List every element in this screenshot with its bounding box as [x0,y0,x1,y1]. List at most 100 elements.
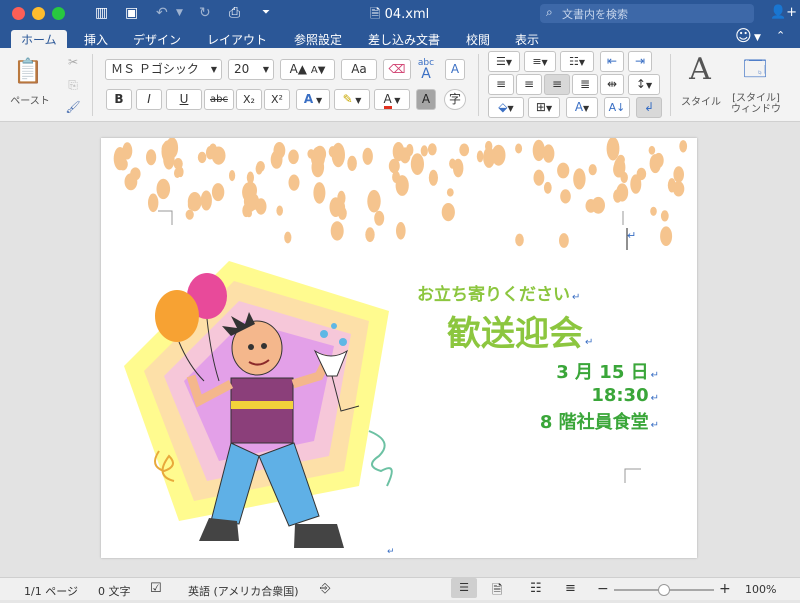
shading-button[interactable]: ⬙▼ [488,97,524,118]
font-size-select[interactable]: 20 ▼ [228,59,274,80]
sidebar-toggle-icon[interactable]: ▥ [95,4,108,22]
print-layout-view-button[interactable]: ☰ [451,578,477,598]
chevron-down-icon: ▼ [645,81,653,90]
styles-gallery-icon[interactable]: A [680,52,720,88]
collapse-ribbon-icon[interactable]: ⌃ [776,27,785,45]
format-painter-icon[interactable]: 🖌 [63,97,83,118]
grow-shrink-font-group: A▲ A▼ [280,59,335,80]
ribbon-tabs: ホーム 挿入 デザイン レイアウト 参照設定 差し込み文書 校閲 表示 ☺ ▼ … [0,27,800,48]
zoom-slider-thumb[interactable] [658,584,670,596]
save-icon[interactable]: ▣ [125,4,138,22]
word-count[interactable]: 0 文字 [98,583,131,599]
tab-design[interactable]: デザイン [123,30,191,48]
borders-button[interactable]: ⊞▼ [528,97,560,118]
document-canvas[interactable]: ↵ ↵ お立ち寄りください ↵ 歓送迎会 ↵ 3 月 15 日 ↵ 18:30 … [0,122,800,577]
zoom-out-button[interactable]: − [597,581,609,597]
text-effects-button[interactable]: A ▼ [296,89,330,110]
increase-indent-button[interactable]: ⇥ [628,51,652,72]
numbering-button[interactable]: ≡▼ [524,51,556,72]
character-spacing-button[interactable]: A▼ [566,97,598,118]
invite-title: 歓送迎会 ↵ [447,314,594,354]
underline-button[interactable]: U [166,89,202,110]
chevron-down-icon: ▼ [352,96,362,105]
draft-view-icon[interactable]: ≡ [565,581,576,596]
page-count[interactable]: 1/1 ページ [24,583,78,599]
shrink-font-button[interactable]: A▼ [311,65,326,76]
sort-button[interactable]: A↓ [604,97,630,118]
multilevel-list-button[interactable]: ☷▼ [560,51,594,72]
event-time: 18:30 ↵ [591,385,659,406]
paragraph-mark: ↵ [572,292,581,303]
align-right-button[interactable]: ≡ [544,74,570,95]
highlight-color-button[interactable]: ✎ ▼ [334,89,370,110]
party-man-clipart [124,261,393,548]
paragraph-mark: ↵ [585,337,594,348]
undo-icon[interactable]: ↶ [156,4,168,22]
minimize-window-button[interactable] [32,7,45,20]
font-color-button[interactable]: A ▼ [374,89,410,110]
enclose-characters-button[interactable]: 字 [444,89,466,110]
outline-view-icon[interactable]: ☷ [530,581,542,596]
zoom-window-button[interactable] [52,7,65,20]
clear-formatting-icon[interactable]: ⌫ [383,59,411,80]
proofing-icon[interactable]: ☑ [150,581,162,596]
strikethrough-button[interactable]: abc [204,89,234,110]
smiley-feedback-icon[interactable]: ☺ [735,27,752,45]
tab-view[interactable]: 表示 [505,30,549,48]
chevron-down-icon: ▼ [210,65,217,74]
undo-dropdown-icon[interactable]: ▼ [176,4,183,22]
document-page[interactable]: ↵ ↵ お立ち寄りください ↵ 歓送迎会 ↵ 3 月 15 日 ↵ 18:30 … [101,138,697,558]
highlighter-icon: ✎ [342,92,353,106]
track-changes-icon[interactable]: ⎆ [320,581,330,596]
feedback-dropdown-icon[interactable]: ▼ [754,29,761,47]
align-left-button[interactable]: ≡ [488,74,514,95]
align-center-button[interactable]: ≡ [516,74,542,95]
chevron-down-icon: ▼ [505,58,513,67]
copy-icon[interactable]: ⎘ [63,75,83,96]
paragraph-mark: ↵ [650,393,659,404]
cut-icon[interactable]: ✂ [63,52,83,73]
italic-button[interactable]: I [136,89,162,110]
subscript-button[interactable]: X₂ [236,89,262,110]
event-location: 8 階社員食堂 ↵ [539,412,659,433]
tab-mailings[interactable]: 差し込み文書 [358,30,450,48]
decrease-indent-button[interactable]: ⇤ [600,51,624,72]
styles-pane-icon[interactable]: 🗔 [740,54,770,86]
tab-insert[interactable]: 挿入 [74,30,118,48]
tab-home[interactable]: ホーム [11,30,67,48]
print-icon[interactable]: ⎙ [229,4,240,22]
change-case-button[interactable]: Aa [341,59,377,80]
customize-toolbar-icon[interactable]: ⏷ [262,4,270,22]
search-icon: ⌕ [546,5,553,19]
language[interactable]: 英語 (アメリカ合衆国) [188,583,299,599]
line-spacing-button[interactable]: ↕▼ [628,74,660,95]
search-field[interactable]: ⌕ 文書内を検索 [540,4,754,23]
character-border-button[interactable]: A [445,59,465,80]
styles-label: スタイル [681,97,721,108]
close-window-button[interactable] [12,7,25,20]
divider [670,54,671,116]
superscript-button[interactable]: X² [264,89,290,110]
justify-button[interactable]: ≣ [572,74,598,95]
zoom-in-button[interactable]: + [719,581,731,597]
paste-label: ペースト [10,96,50,107]
paste-icon[interactable]: 📋 [12,56,43,86]
character-shading-button[interactable]: A [416,89,436,110]
bold-button[interactable]: B [106,89,132,110]
document-title: 🗎 04.xml [370,7,430,22]
phonetic-guide-button[interactable]: abc A [413,57,439,83]
share-people-icon[interactable]: 👤+ [770,4,797,22]
show-paragraph-marks-button[interactable]: ↲ [636,97,662,118]
bullets-button[interactable]: ☰▼ [488,51,520,72]
tab-review[interactable]: 校閲 [456,30,500,48]
redo-icon[interactable]: ↻ [199,4,211,22]
invite-subtitle: お立ち寄りください ↵ [417,285,581,305]
tab-references[interactable]: 参照設定 [284,30,352,48]
zoom-level[interactable]: 100% [745,583,776,596]
font-name-select[interactable]: ＭＳ Ｐゴシック ▼ [105,59,222,80]
zoom-slider[interactable] [614,584,714,596]
grow-font-button[interactable]: A▲ [290,62,307,76]
distributed-button[interactable]: ⇹ [600,74,624,95]
tab-layout[interactable]: レイアウト [197,30,277,48]
chevron-down-icon: ▼ [391,96,401,105]
